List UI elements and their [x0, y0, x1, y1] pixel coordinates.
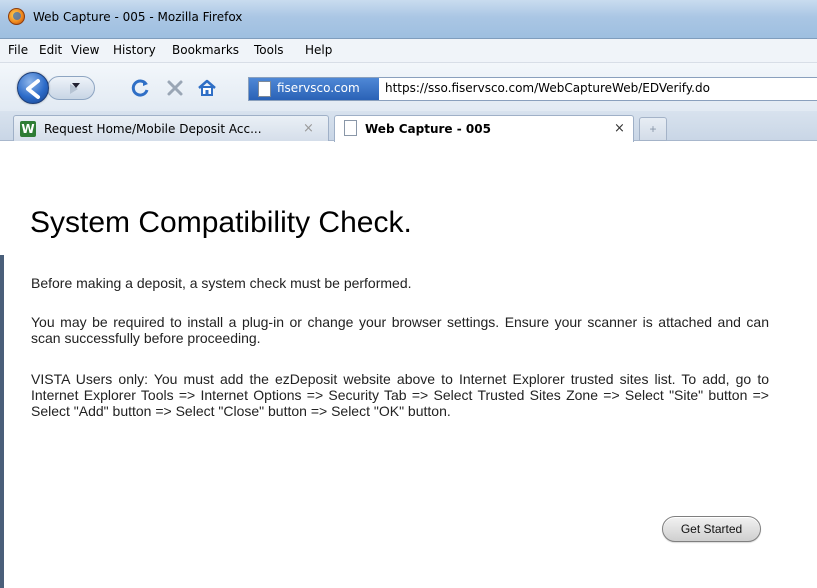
stop-icon[interactable] [165, 78, 185, 98]
reload-icon[interactable] [131, 78, 151, 98]
window-edge [0, 255, 4, 588]
plugin-paragraph: You may be required to install a plug-in… [31, 314, 769, 346]
url-text[interactable]: https://sso.fiservsco.com/WebCaptureWeb/… [385, 81, 710, 95]
url-bar[interactable]: fiservsco.com https://sso.fiservsco.com/… [248, 77, 817, 101]
menu-help[interactable]: Help [305, 43, 332, 57]
menu-tools[interactable]: Tools [254, 43, 284, 57]
forward-button[interactable] [47, 76, 95, 100]
intro-paragraph: Before making a deposit, a system check … [31, 275, 412, 291]
home-icon[interactable] [196, 77, 218, 99]
firefox-logo-icon [8, 8, 25, 25]
page-icon [258, 81, 271, 97]
close-icon[interactable]: × [614, 121, 625, 136]
page-icon [344, 120, 357, 136]
get-started-button[interactable]: Get Started [662, 516, 761, 542]
menu-bookmarks[interactable]: Bookmarks [172, 43, 239, 57]
menu-edit[interactable]: Edit [39, 43, 62, 57]
history-dropdown-icon[interactable] [72, 83, 80, 88]
site-identity-button[interactable]: fiservsco.com [249, 78, 379, 100]
back-arrow-icon [26, 79, 40, 99]
menu-view[interactable]: View [71, 43, 99, 57]
navigation-toolbar: fiservsco.com https://sso.fiservsco.com/… [0, 63, 817, 111]
menu-history[interactable]: History [113, 43, 156, 57]
window-title: Web Capture - 005 - Mozilla Firefox [33, 10, 243, 24]
vista-paragraph: VISTA Users only: You must add the ezDep… [31, 371, 769, 419]
wordpress-icon: W [20, 121, 36, 137]
menu-bar: File Edit View History Bookmarks Tools H… [0, 39, 817, 63]
back-button[interactable] [17, 72, 49, 104]
tab-strip: W Request Home/Mobile Deposit Acc... × W… [0, 111, 817, 142]
close-icon[interactable]: × [303, 121, 314, 136]
window-titlebar: Web Capture - 005 - Mozilla Firefox [0, 0, 817, 39]
tab-request-home[interactable]: W Request Home/Mobile Deposit Acc... × [13, 115, 329, 141]
menu-file[interactable]: File [8, 43, 28, 57]
forward-arrow-icon [70, 84, 78, 94]
site-identity-label: fiservsco.com [277, 81, 360, 95]
tab-label: Web Capture - 005 [365, 122, 491, 136]
tab-label: Request Home/Mobile Deposit Acc... [44, 122, 262, 136]
new-tab-button[interactable]: + [639, 117, 667, 141]
page-content: System Compatibility Check. Before makin… [0, 142, 817, 588]
page-title: System Compatibility Check. [30, 206, 412, 239]
tab-web-capture[interactable]: Web Capture - 005 × [334, 115, 634, 142]
